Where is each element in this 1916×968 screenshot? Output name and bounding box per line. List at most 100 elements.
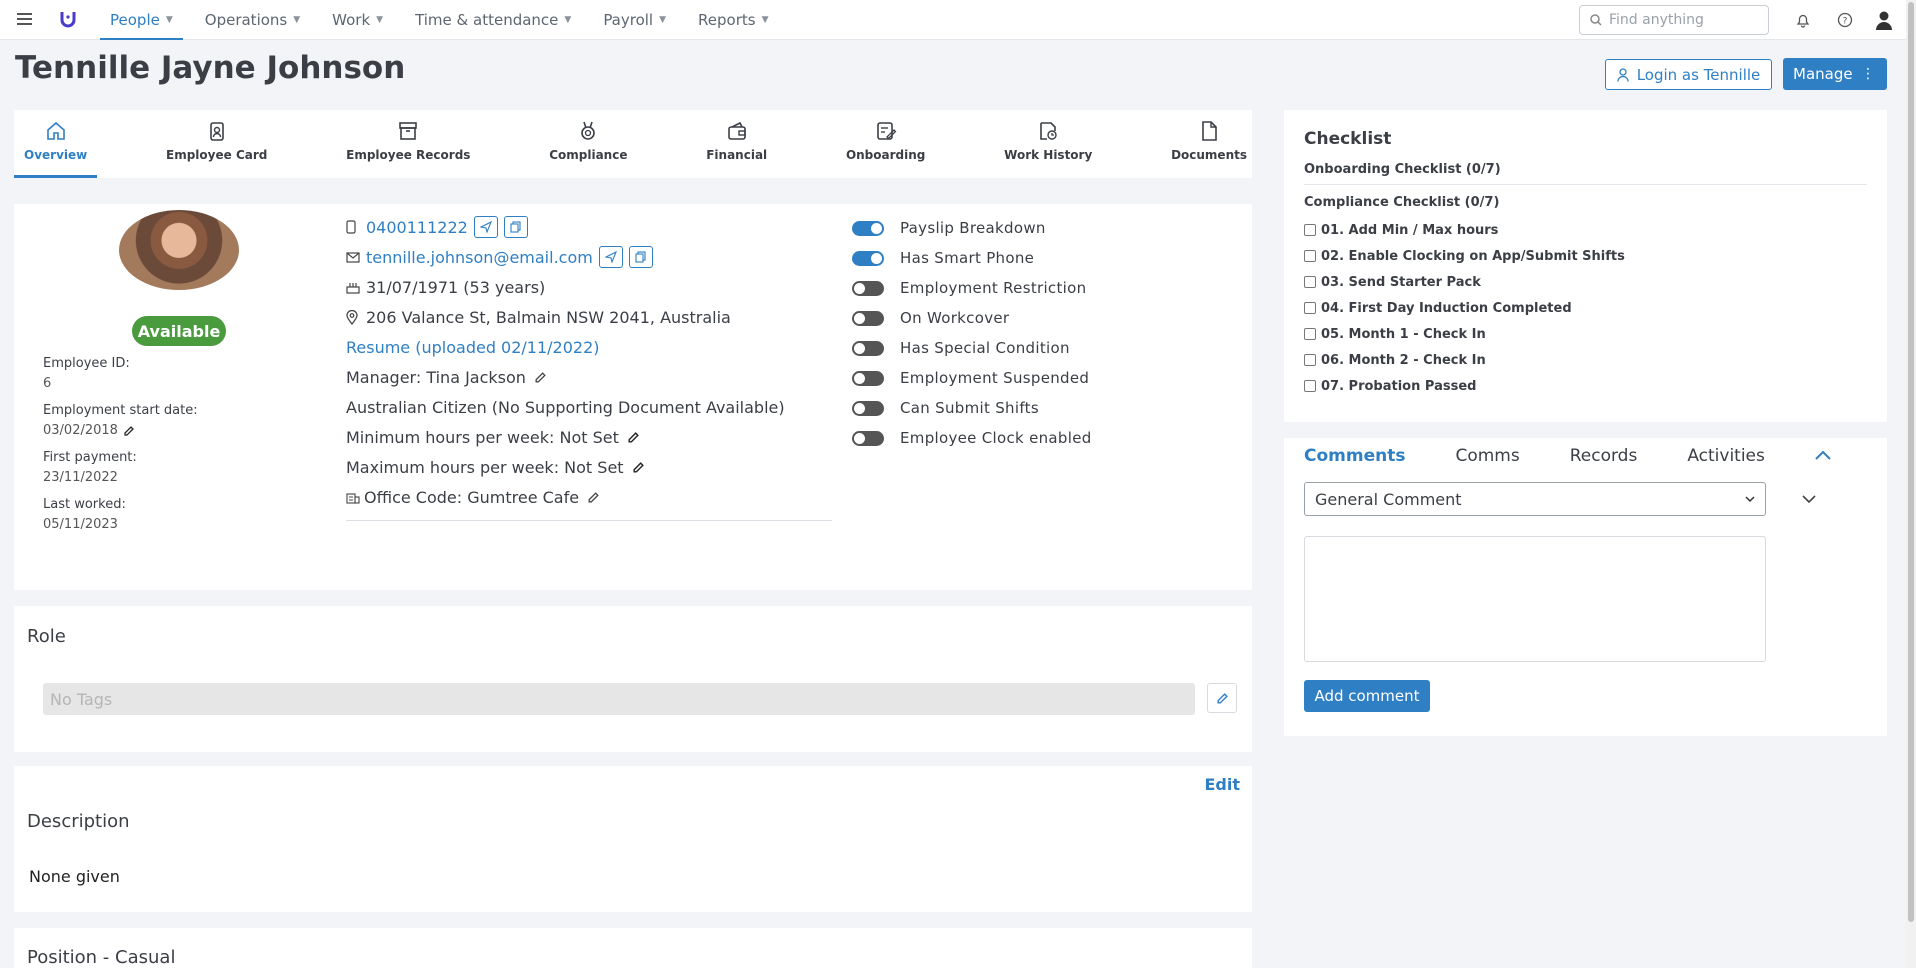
toggle-label: Employment Suspended bbox=[900, 369, 1090, 387]
tab-label: Overview bbox=[24, 148, 88, 162]
special-condition-toggle[interactable] bbox=[852, 340, 884, 356]
tab-overview[interactable]: Overview bbox=[13, 110, 98, 178]
employee-settings-toggles: Payslip Breakdown Has Smart Phone Employ… bbox=[852, 213, 1092, 453]
compliance-checklist-heading[interactable]: Compliance Checklist (0/7) bbox=[1304, 195, 1867, 217]
role-tags-field[interactable]: No Tags bbox=[43, 683, 1195, 715]
max-hours: Maximum hours per week: Not Set bbox=[346, 457, 624, 477]
checklist-item[interactable]: 05. Month 1 - Check In bbox=[1304, 321, 1867, 347]
tab-compliance[interactable]: Compliance bbox=[549, 110, 627, 178]
manage-button[interactable]: Manage ⋮ bbox=[1783, 58, 1887, 90]
workcover-toggle[interactable] bbox=[852, 310, 884, 326]
tab-activities[interactable]: Activities bbox=[1687, 446, 1765, 466]
tab-label: Employee Card bbox=[166, 148, 268, 162]
tab-comms[interactable]: Comms bbox=[1455, 446, 1519, 466]
tab-employee-card[interactable]: Employee Card bbox=[166, 110, 267, 178]
chevron-down-icon: ▼ bbox=[293, 15, 301, 25]
app-logo[interactable] bbox=[58, 9, 78, 29]
tab-onboarding[interactable]: Onboarding bbox=[846, 110, 925, 178]
checkbox[interactable] bbox=[1304, 224, 1316, 236]
chevron-down-icon[interactable] bbox=[1802, 494, 1816, 504]
pencil-icon[interactable] bbox=[627, 431, 640, 444]
checklist-item[interactable]: 04. First Day Induction Completed bbox=[1304, 295, 1867, 321]
edit-tags-button[interactable] bbox=[1207, 683, 1237, 713]
user-avatar-icon[interactable] bbox=[1875, 10, 1893, 30]
pencil-icon[interactable] bbox=[632, 461, 645, 474]
position-card: Position - Casual bbox=[14, 928, 1252, 968]
toggle-row: Employee Clock enabled bbox=[852, 423, 1092, 453]
first-payment-label: First payment: bbox=[43, 450, 137, 465]
checkbox[interactable] bbox=[1304, 380, 1316, 392]
nav-work[interactable]: Work ▼ bbox=[322, 0, 393, 40]
document-icon bbox=[1202, 121, 1217, 141]
nav-reports[interactable]: Reports ▼ bbox=[688, 0, 778, 40]
pencil-icon[interactable] bbox=[123, 425, 135, 437]
employee-clock-toggle[interactable] bbox=[852, 430, 884, 446]
search-input[interactable]: Find anything bbox=[1579, 5, 1769, 35]
checklist-item-label: 07. Probation Passed bbox=[1321, 378, 1477, 394]
office-code: Office Code: Gumtree Cafe bbox=[364, 487, 580, 507]
scrollbar-thumb[interactable] bbox=[1908, 2, 1914, 922]
tab-comments[interactable]: Comments bbox=[1304, 446, 1405, 466]
copy-email-button[interactable] bbox=[628, 246, 653, 268]
chevron-down-icon: ▼ bbox=[376, 15, 384, 25]
location-pin-icon bbox=[346, 309, 358, 325]
tab-records[interactable]: Records bbox=[1570, 446, 1638, 466]
nav-time-attendance[interactable]: Time & attendance ▼ bbox=[405, 0, 581, 40]
onboarding-checklist-heading[interactable]: Onboarding Checklist (0/7) bbox=[1304, 162, 1867, 185]
nav-payroll[interactable]: Payroll ▼ bbox=[593, 0, 676, 40]
checklist-item[interactable]: 03. Send Starter Pack bbox=[1304, 269, 1867, 295]
resume-row: Resume (uploaded 02/11/2022) bbox=[346, 332, 832, 362]
comment-textarea[interactable] bbox=[1304, 536, 1766, 662]
chevron-down-icon bbox=[1745, 496, 1755, 503]
start-date-value: 03/02/2018 bbox=[43, 423, 198, 438]
checklist-item[interactable]: 02. Enable Clocking on App/Submit Shifts bbox=[1304, 243, 1867, 269]
chevron-up-icon[interactable] bbox=[1814, 448, 1832, 462]
toggle-label: Has Special Condition bbox=[900, 339, 1070, 357]
home-icon bbox=[46, 121, 65, 140]
email-link[interactable]: tennille.johnson@email.com bbox=[366, 248, 593, 267]
employment-restriction-toggle[interactable] bbox=[852, 280, 884, 296]
pencil-icon[interactable] bbox=[587, 491, 600, 504]
tab-work-history[interactable]: Work History bbox=[1004, 110, 1092, 178]
send-email-button[interactable] bbox=[598, 246, 623, 268]
edit-description-link[interactable]: Edit bbox=[1204, 775, 1240, 794]
add-comment-button[interactable]: Add comment bbox=[1304, 680, 1430, 712]
checkbox[interactable] bbox=[1304, 354, 1316, 366]
checkbox[interactable] bbox=[1304, 328, 1316, 340]
tab-employee-records[interactable]: Employee Records bbox=[346, 110, 470, 178]
send-icon bbox=[479, 221, 492, 233]
checkbox[interactable] bbox=[1304, 302, 1316, 314]
employee-meta: Employee ID: 6 Employment start date: 03… bbox=[43, 356, 198, 544]
phone-link[interactable]: 0400111222 bbox=[366, 218, 468, 237]
comment-type-select[interactable]: General Comment bbox=[1304, 482, 1766, 516]
submit-shifts-toggle[interactable] bbox=[852, 400, 884, 416]
login-as-button[interactable]: Login as Tennille bbox=[1605, 59, 1772, 90]
help-icon[interactable]: ? bbox=[1837, 12, 1853, 28]
tab-documents[interactable]: Documents bbox=[1171, 110, 1247, 178]
checklist-item[interactable]: 07. Probation Passed bbox=[1304, 373, 1867, 399]
pencil-icon[interactable] bbox=[534, 371, 547, 384]
employment-suspended-toggle[interactable] bbox=[852, 370, 884, 386]
nav-label: Reports bbox=[698, 11, 756, 29]
copy-phone-button[interactable] bbox=[503, 216, 528, 238]
checkbox[interactable] bbox=[1304, 276, 1316, 288]
menu-icon[interactable] bbox=[17, 13, 32, 25]
first-payment: 23/11/2022 bbox=[43, 470, 118, 485]
page-scrollbar[interactable] bbox=[1906, 0, 1916, 968]
comments-card: Comments Comms Records Activities Genera… bbox=[1284, 438, 1887, 736]
checkbox[interactable] bbox=[1304, 250, 1316, 262]
checklist-item[interactable]: 06. Month 2 - Check In bbox=[1304, 347, 1867, 373]
checklist-item[interactable]: 01. Add Min / Max hours bbox=[1304, 217, 1867, 243]
resume-link[interactable]: Resume (uploaded 02/11/2022) bbox=[346, 338, 600, 357]
role-card: Role No Tags bbox=[14, 606, 1252, 752]
checklist-item-label: 01. Add Min / Max hours bbox=[1321, 222, 1499, 238]
payslip-breakdown-toggle[interactable] bbox=[852, 220, 884, 236]
start-date-label: Employment start date: bbox=[43, 403, 198, 418]
nav-operations[interactable]: Operations ▼ bbox=[195, 0, 310, 40]
nav-people[interactable]: People ▼ bbox=[100, 0, 183, 40]
smart-phone-toggle[interactable] bbox=[852, 250, 884, 266]
send-sms-button[interactable] bbox=[473, 216, 498, 238]
mobile-icon bbox=[346, 220, 356, 234]
bell-icon[interactable] bbox=[1795, 12, 1811, 28]
tab-financial[interactable]: Financial bbox=[706, 110, 767, 178]
